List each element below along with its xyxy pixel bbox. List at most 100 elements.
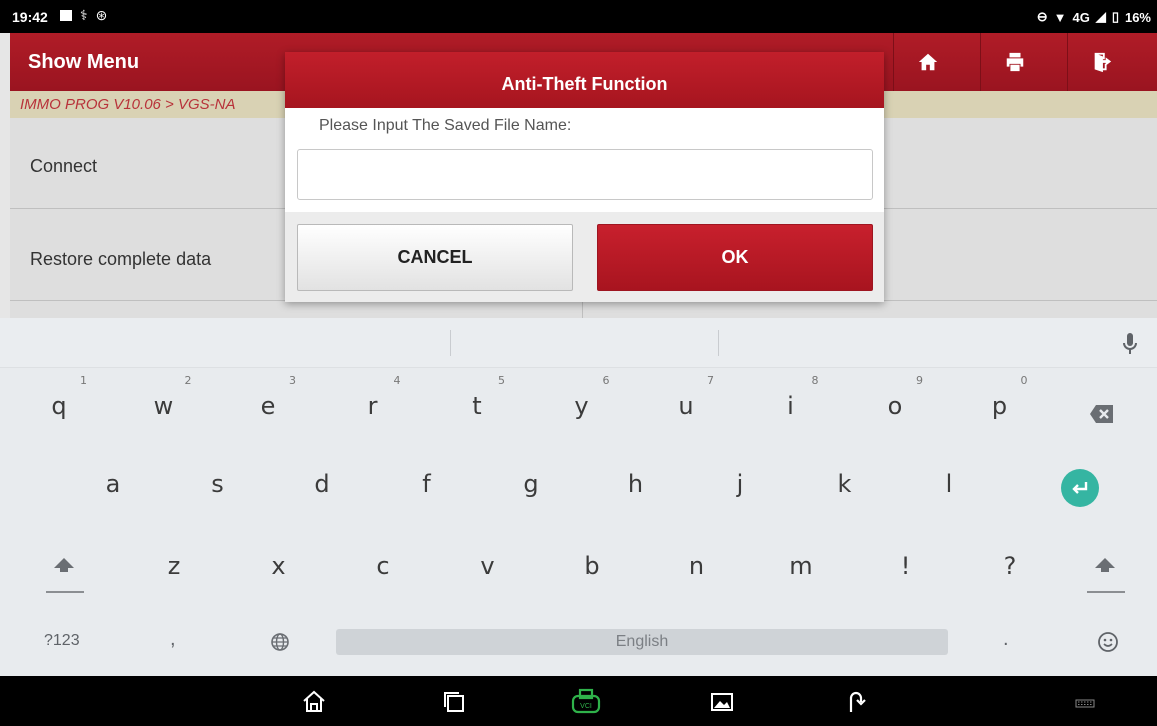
- key-hint-number: 5: [498, 374, 505, 387]
- key-hint-number: 1: [80, 374, 87, 387]
- key-label: d: [314, 470, 330, 498]
- key-f[interactable]: f: [377, 448, 477, 508]
- print-icon: [1006, 52, 1024, 72]
- key-label: k: [837, 470, 852, 498]
- menu-item-label: Connect: [30, 156, 98, 176]
- key-label: x: [271, 552, 286, 580]
- key-k[interactable]: k: [795, 448, 895, 508]
- key-hint-number: 2: [184, 374, 192, 387]
- key-x[interactable]: x: [229, 530, 329, 590]
- keyboard-switch-icon[interactable]: [1074, 688, 1096, 716]
- key-g[interactable]: g: [481, 448, 581, 508]
- status-right: ⊖ ▼ 4G ◢ ▯ 16%: [1037, 9, 1151, 25]
- menu-divider: [582, 300, 583, 318]
- key-label: y: [574, 392, 589, 420]
- key-question[interactable]: ?: [960, 530, 1060, 590]
- shift-right-icon[interactable]: [1093, 556, 1117, 574]
- exit-button[interactable]: [1067, 33, 1137, 91]
- comma-key[interactable]: ,: [170, 628, 176, 651]
- key-label: v: [480, 552, 495, 580]
- key-exclamation[interactable]: !: [856, 530, 956, 590]
- key-s[interactable]: s: [168, 448, 268, 508]
- show-menu-title[interactable]: Show Menu: [28, 51, 139, 74]
- vci-icon[interactable]: VCI: [570, 688, 602, 716]
- gallery-notification-icon: [60, 10, 72, 21]
- suggestion-divider: [718, 330, 719, 356]
- key-p[interactable]: 0p: [950, 370, 1050, 430]
- key-hint-number: 3: [289, 374, 296, 387]
- print-button[interactable]: [980, 33, 1050, 91]
- key-hint-number: 9: [916, 374, 923, 387]
- battery-percent: 16%: [1124, 9, 1151, 25]
- suggestion-divider: [450, 330, 451, 356]
- file-name-input[interactable]: [297, 149, 873, 200]
- key-l[interactable]: l: [899, 448, 999, 508]
- key-label: n: [688, 552, 705, 580]
- key-d[interactable]: d: [272, 448, 372, 508]
- key-q[interactable]: 1q: [9, 370, 109, 430]
- key-u[interactable]: 7u: [636, 370, 736, 430]
- key-m[interactable]: m: [751, 530, 851, 590]
- cancel-button[interactable]: CANCEL: [297, 224, 573, 291]
- emoji-icon[interactable]: [1097, 631, 1119, 653]
- navigation-bar: VCI: [0, 676, 1157, 726]
- recent-apps-icon[interactable]: [440, 688, 468, 716]
- key-b[interactable]: b: [542, 530, 642, 590]
- period-key[interactable]: .: [1003, 628, 1009, 651]
- home-button[interactable]: [893, 33, 963, 91]
- home-icon: [918, 53, 938, 71]
- key-label: ?: [1003, 552, 1017, 580]
- key-t[interactable]: 5t: [427, 370, 527, 430]
- backspace-icon[interactable]: [1089, 404, 1115, 424]
- microphone-icon[interactable]: [1118, 331, 1142, 357]
- key-label: g: [523, 470, 539, 498]
- breadcrumb-text: IMMO PROG V10.06 > VGS-NA: [20, 96, 236, 113]
- key-z[interactable]: z: [124, 530, 224, 590]
- anti-theft-dialog: Anti-Theft Function Please Input The Sav…: [285, 52, 884, 302]
- usb-debug-icon: ⚕: [80, 7, 88, 23]
- screenshot-icon[interactable]: [708, 688, 736, 716]
- battery-icon: ▯: [1111, 9, 1119, 24]
- space-bar[interactable]: English: [336, 629, 948, 655]
- key-hint-number: 4: [393, 374, 401, 387]
- network-type: 4G: [1072, 9, 1090, 25]
- exit-icon: [1094, 52, 1112, 73]
- shift-left-icon[interactable]: [52, 556, 76, 574]
- key-hint-number: 7: [707, 374, 714, 387]
- key-j[interactable]: j: [690, 448, 790, 508]
- home-nav-icon[interactable]: [300, 688, 328, 716]
- globe-icon[interactable]: [270, 632, 290, 652]
- enter-key[interactable]: [1061, 469, 1099, 507]
- key-y[interactable]: 6y: [532, 370, 632, 430]
- key-h[interactable]: h: [586, 448, 686, 508]
- soft-keyboard: 1q2w3e4r5t6y7u8i9o0p asdfghjkl z x c v b n m!?…: [0, 318, 1157, 676]
- key-label: h: [627, 470, 644, 498]
- dialog-title: Anti-Theft Function: [285, 52, 884, 108]
- key-o[interactable]: 9o: [845, 370, 945, 430]
- notification-icons: ⚕ ⊛: [60, 7, 107, 24]
- dialog-footer: CANCEL OK: [285, 212, 884, 302]
- key-label: q: [51, 392, 67, 420]
- key-label: e: [260, 392, 276, 420]
- key-label: b: [584, 552, 600, 580]
- key-hint-number: 6: [602, 374, 610, 387]
- back-icon[interactable]: [842, 688, 870, 716]
- key-c[interactable]: c: [333, 530, 433, 590]
- key-w[interactable]: 2w: [114, 370, 214, 430]
- key-i[interactable]: 8i: [741, 370, 841, 430]
- key-label: j: [736, 470, 744, 498]
- key-e[interactable]: 3e: [218, 370, 318, 430]
- key-a[interactable]: a: [63, 448, 163, 508]
- key-r[interactable]: 4r: [323, 370, 423, 430]
- key-n[interactable]: n: [647, 530, 747, 590]
- suggestion-strip: [0, 318, 1157, 368]
- key-label: z: [167, 552, 181, 580]
- key-label: l: [945, 470, 953, 498]
- svg-text:VCI: VCI: [580, 703, 592, 710]
- key-label: s: [211, 470, 224, 498]
- key-v[interactable]: v: [438, 530, 538, 590]
- shift-underline: [46, 591, 84, 593]
- symbols-key[interactable]: ?123: [44, 632, 80, 650]
- key-label: f: [422, 470, 431, 498]
- ok-button[interactable]: OK: [597, 224, 873, 291]
